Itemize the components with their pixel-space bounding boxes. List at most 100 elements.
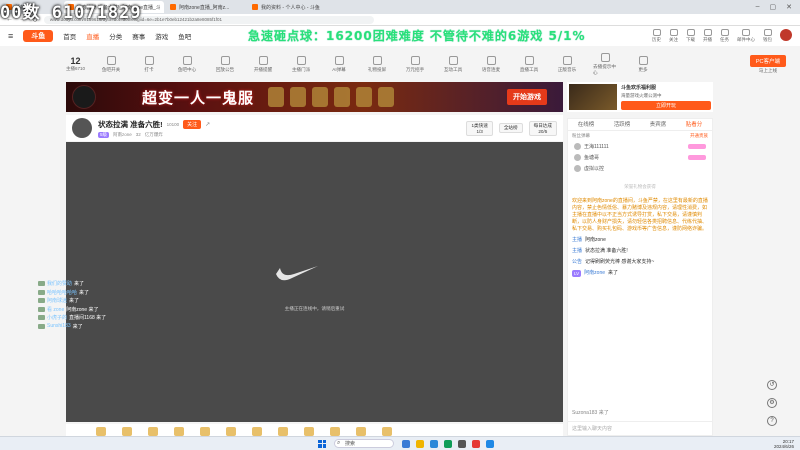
app-icon[interactable]	[472, 439, 480, 448]
browser-tab[interactable]: 阿南zone直播_阿南z...	[166, 1, 246, 13]
nav-events[interactable]: 赛事	[132, 31, 145, 41]
app-icon[interactable]	[486, 439, 494, 448]
tool-item[interactable]: 更多	[631, 55, 655, 73]
chat-input[interactable]: 这里输入聊天内容	[568, 421, 712, 435]
tool-item[interactable]: 万元招手	[403, 55, 427, 73]
taskbar-search[interactable]: 搜索	[334, 439, 394, 448]
rank-row[interactable]: 虚拟以控	[568, 163, 712, 174]
download-button[interactable]: 下载	[686, 29, 695, 43]
tab-vip[interactable]: 贵宾席	[640, 119, 676, 130]
browser-icon[interactable]	[430, 439, 438, 448]
tool-item[interactable]: 打卡	[137, 55, 161, 73]
tool-item[interactable]: AI弹幕	[327, 55, 351, 73]
tool-item[interactable]: 回放公告	[213, 55, 237, 73]
chat-user[interactable]: 阿南zone	[584, 270, 605, 277]
settings-icon[interactable]: ⚙	[767, 398, 777, 408]
viewer-count: 32	[135, 132, 141, 137]
tool-item[interactable]: 语音连麦	[479, 55, 503, 73]
gift-icon[interactable]	[382, 426, 392, 436]
tool-item[interactable]: 去播提示中心	[593, 52, 617, 76]
gift-icon[interactable]	[148, 426, 158, 436]
rank-row[interactable]: 鱼塘哥	[568, 152, 712, 163]
nav-games[interactable]: 游戏	[155, 31, 168, 41]
badge-icon	[688, 144, 706, 149]
chat-user[interactable]: 主播	[572, 237, 582, 244]
mail-button[interactable]: 邮件中心	[737, 29, 755, 43]
gift-icon[interactable]	[304, 426, 314, 436]
history-icon[interactable]: ↺	[767, 380, 777, 390]
menu-icon[interactable]: ≡	[8, 31, 13, 41]
share-icon[interactable]: ↗	[205, 121, 210, 128]
tool-item[interactable]: 直播工具	[517, 55, 541, 73]
tool-label: 万元招手	[405, 66, 425, 72]
app-icon[interactable]	[458, 439, 466, 448]
tool-label: 礼物投屏	[367, 66, 387, 72]
gift-icon[interactable]	[200, 426, 210, 436]
tool-label: 打卡	[144, 66, 154, 72]
tool-item[interactable]: 鱼吧开关	[99, 55, 123, 73]
windows-start-icon[interactable]	[318, 439, 326, 448]
gift-icon[interactable]	[174, 426, 184, 436]
ad-play-button[interactable]: 开始游戏	[507, 89, 547, 105]
user-avatar[interactable]	[780, 29, 792, 41]
app-icon[interactable]	[444, 439, 452, 448]
follow-count: 10100	[166, 121, 180, 127]
nav-category[interactable]: 分类	[109, 31, 122, 41]
tab-active-rank[interactable]: 活跃榜	[604, 119, 640, 130]
start-stream-button[interactable]: 开播	[703, 29, 712, 43]
follow-button[interactable]: 关注	[183, 119, 202, 129]
tool-label: 直播工具	[519, 66, 539, 72]
side-ad-button[interactable]: 立即开玩	[621, 101, 711, 110]
nav-live[interactable]: 直播	[86, 31, 99, 41]
chat-bottom-line: Suzona183 来了	[572, 410, 609, 416]
gift-icon[interactable]	[252, 426, 262, 436]
site-logo[interactable]: 斗鱼	[23, 30, 54, 42]
wallet-button[interactable]: 钱包	[763, 29, 772, 43]
rank-stat-box[interactable]: 1类快速 1/3	[466, 120, 493, 136]
tool-label: 开播提醒	[253, 66, 273, 72]
tab-online-rank[interactable]: 在线榜	[568, 119, 604, 130]
tool-item[interactable]: 鱼吧中心	[175, 55, 199, 73]
gift-icon[interactable]	[278, 426, 288, 436]
tasks-button[interactable]: 任务	[720, 29, 729, 43]
gift-icon[interactable]	[356, 426, 366, 436]
room-category[interactable]: 亿万爆炸	[145, 132, 163, 138]
follow-list-button[interactable]: 关注	[669, 29, 678, 43]
tool-item[interactable]: 互动工具	[441, 55, 465, 73]
chat-user[interactable]: 主播	[572, 248, 582, 255]
site-rank-button[interactable]: 全站榜	[498, 123, 523, 133]
history-button[interactable]: 历史	[652, 29, 661, 43]
maximize-icon[interactable]: ▢	[770, 3, 777, 11]
chat-panel: 在线榜 活跃榜 贵宾席 贴看分 粉丝弹幕 开通贵族 王海111111 鱼塘哥 虚拟…	[567, 118, 713, 436]
gift-icon[interactable]	[226, 426, 236, 436]
close-icon[interactable]: ✕	[786, 3, 792, 11]
feedback-icon[interactable]: ?	[767, 416, 777, 426]
open-noble-link[interactable]: 开通贵族	[690, 133, 708, 139]
gift-icon[interactable]	[96, 426, 106, 436]
gift-icon[interactable]	[330, 426, 340, 436]
rank-row[interactable]: 王海111111	[568, 141, 712, 152]
streamer-name[interactable]: 阿南zone	[113, 132, 132, 138]
folder-icon[interactable]	[416, 439, 424, 448]
minimize-icon[interactable]: –	[756, 3, 760, 11]
pc-client-button[interactable]: PC客户端 马上上线	[749, 54, 786, 74]
tool-item[interactable]: 开播提醒	[251, 55, 275, 73]
side-ad-desc: 海量游戏火爆公测中	[621, 93, 662, 98]
tab-fans[interactable]: 贴看分	[676, 119, 712, 130]
nav-fishbar[interactable]: 鱼吧	[178, 31, 191, 41]
ad-banner[interactable]: 超变一人一鬼服 开始游戏	[66, 82, 563, 112]
taskbar-clock[interactable]: 20:17 2024/6/26	[774, 439, 794, 449]
browser-tab[interactable]: 我的资料 - 个人中心 - 斗鱼	[248, 1, 338, 13]
daily-goal-box[interactable]: 每日达成 20/5	[528, 120, 557, 136]
tool-item[interactable]: 主播门派	[289, 55, 313, 73]
tool-item[interactable]: 正版音乐	[555, 55, 579, 73]
streamer-avatar[interactable]	[72, 118, 92, 138]
ad-character-image	[72, 85, 96, 109]
gift-icon[interactable]	[122, 426, 132, 436]
side-ad[interactable]: 斗鱼欢乐福利服 海量游戏火爆公测中 立即开玩	[567, 82, 713, 112]
app-icon[interactable]	[402, 439, 410, 448]
chat-user[interactable]: 公告	[572, 259, 582, 266]
nav-home[interactable]: 首页	[63, 31, 76, 41]
tool-item[interactable]: 礼物投屏	[365, 55, 389, 73]
float-chat-user: 看 zone	[47, 306, 65, 313]
